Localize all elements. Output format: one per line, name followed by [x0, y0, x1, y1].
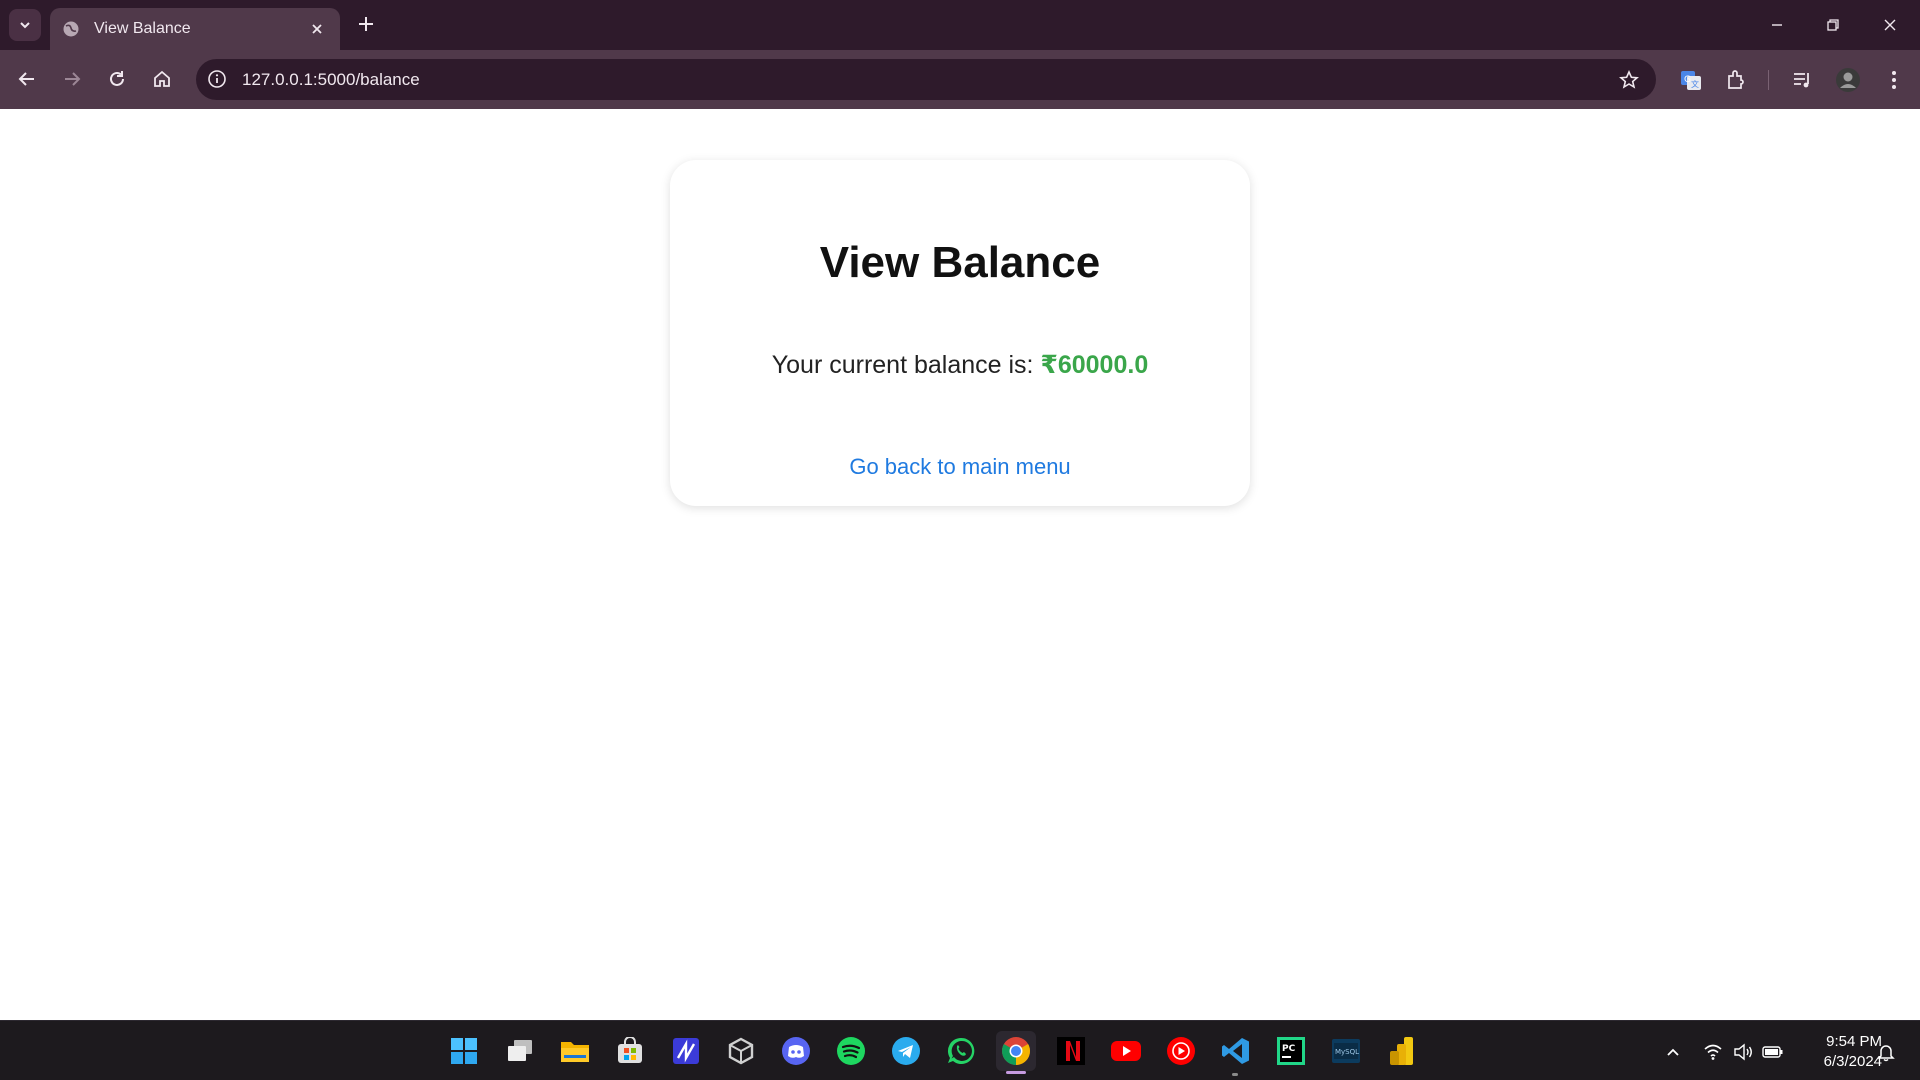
profile-avatar[interactable] [1834, 66, 1862, 94]
browser-tab[interactable]: View Balance [50, 8, 340, 50]
svg-text:MySQL: MySQL [1335, 1048, 1359, 1056]
arrow-left-icon [18, 72, 34, 86]
active-app-indicator [1006, 1071, 1026, 1074]
chevron-down-icon [20, 22, 30, 29]
back-to-menu-link[interactable]: Go back to main menu [670, 454, 1250, 480]
discord-button[interactable] [776, 1031, 816, 1071]
info-icon[interactable] [206, 68, 228, 90]
power-bi-icon [1390, 1037, 1413, 1065]
close-icon [1884, 19, 1896, 31]
chrome-button[interactable] [996, 1031, 1036, 1071]
netflix-button[interactable] [1051, 1031, 1091, 1071]
balance-text: Your current balance is: ₹60000.0 [670, 350, 1250, 380]
spotify-button[interactable] [831, 1031, 871, 1071]
plus-icon [359, 17, 373, 31]
restore-button[interactable] [1820, 12, 1846, 38]
forward-button[interactable] [57, 64, 87, 94]
clock-date: 6/3/2024 [1823, 1053, 1882, 1070]
media-control-icon[interactable] [1788, 66, 1816, 94]
taskbar: PC MySQL 9:54 PM 6/3/2024 [0, 1020, 1920, 1080]
pycharm-icon: PC [1277, 1037, 1305, 1065]
unity-button[interactable] [721, 1031, 761, 1071]
whatsapp-button[interactable] [941, 1031, 981, 1071]
task-view-icon [508, 1040, 532, 1061]
home-button[interactable] [147, 64, 177, 94]
task-view-button[interactable] [500, 1031, 540, 1071]
extensions-icon[interactable] [1722, 66, 1750, 94]
pycharm-button[interactable]: PC [1271, 1031, 1311, 1071]
unity-icon [728, 1037, 754, 1065]
mysql-workbench-icon: MySQL [1332, 1039, 1360, 1063]
youtube-music-button[interactable] [1161, 1031, 1201, 1071]
address-bar[interactable]: 127.0.0.1:5000/balance [196, 59, 1656, 100]
browser-toolbar: 127.0.0.1:5000/balance G文 [0, 50, 1920, 109]
arrow-right-icon [65, 72, 81, 86]
svg-text:文: 文 [1691, 79, 1699, 89]
ide-app-button[interactable] [666, 1031, 706, 1071]
youtube-icon [1111, 1041, 1141, 1061]
svg-text:PC: PC [1282, 1044, 1296, 1054]
volume-icon[interactable] [1732, 1041, 1754, 1063]
store-icon [618, 1037, 642, 1063]
tab-search-button[interactable] [9, 9, 41, 41]
minimize-icon [1772, 24, 1782, 26]
chrome-icon [1002, 1037, 1030, 1065]
file-explorer-button[interactable] [555, 1031, 595, 1071]
youtube-button[interactable] [1106, 1031, 1146, 1071]
battery-icon[interactable] [1762, 1041, 1784, 1063]
wifi-icon[interactable] [1702, 1041, 1724, 1063]
globe-icon [62, 20, 80, 38]
balance-card: View Balance Your current balance is: ₹6… [670, 160, 1250, 506]
open-app-indicator [1232, 1073, 1238, 1076]
home-icon [154, 70, 170, 87]
close-tab-icon[interactable] [306, 18, 328, 40]
folder-icon [561, 1042, 589, 1062]
start-button[interactable] [444, 1031, 484, 1071]
chevron-up-icon [1667, 1048, 1679, 1056]
spotify-icon [837, 1037, 865, 1065]
close-window-button[interactable] [1877, 12, 1903, 38]
browser-menu-icon[interactable] [1880, 66, 1908, 94]
balance-label: Your current balance is: [771, 351, 1041, 379]
back-button[interactable] [12, 64, 42, 94]
page-title: View Balance [819, 238, 1101, 287]
new-tab-button[interactable] [352, 10, 380, 38]
minimize-button[interactable] [1764, 12, 1790, 38]
telegram-icon [892, 1037, 920, 1065]
bookmark-star-icon[interactable] [1616, 67, 1642, 93]
youtube-music-icon [1167, 1037, 1195, 1065]
url-text[interactable]: 127.0.0.1:5000/balance [242, 70, 420, 90]
vscode-button[interactable] [1216, 1031, 1256, 1071]
clock-time: 9:54 PM [1826, 1033, 1882, 1050]
clock[interactable]: 9:54 PM 6/3/2024 [1790, 1032, 1882, 1072]
mysql-workbench-button[interactable]: MySQL [1326, 1031, 1366, 1071]
restore-icon [1827, 19, 1839, 31]
toolbar-separator [1768, 70, 1769, 90]
ide-app-icon [673, 1038, 699, 1064]
balance-amount: ₹60000.0 [1040, 351, 1149, 379]
power-bi-button[interactable] [1381, 1031, 1421, 1071]
notification-bell-icon[interactable] [1875, 1041, 1897, 1063]
windows-logo-icon [451, 1038, 477, 1064]
browser-tab-strip: View Balance [0, 0, 1920, 50]
telegram-button[interactable] [886, 1031, 926, 1071]
tab-title: View Balance [94, 20, 191, 37]
whatsapp-icon [947, 1037, 975, 1064]
vscode-icon [1222, 1038, 1249, 1064]
translate-extension-icon[interactable]: G文 [1677, 66, 1705, 94]
reload-icon [110, 71, 124, 86]
microsoft-store-button[interactable] [610, 1031, 650, 1071]
show-hidden-icons-button[interactable] [1662, 1041, 1684, 1063]
reload-button[interactable] [102, 64, 132, 94]
discord-icon [782, 1037, 810, 1065]
netflix-icon [1057, 1037, 1085, 1065]
svg-text:G: G [1684, 75, 1691, 85]
